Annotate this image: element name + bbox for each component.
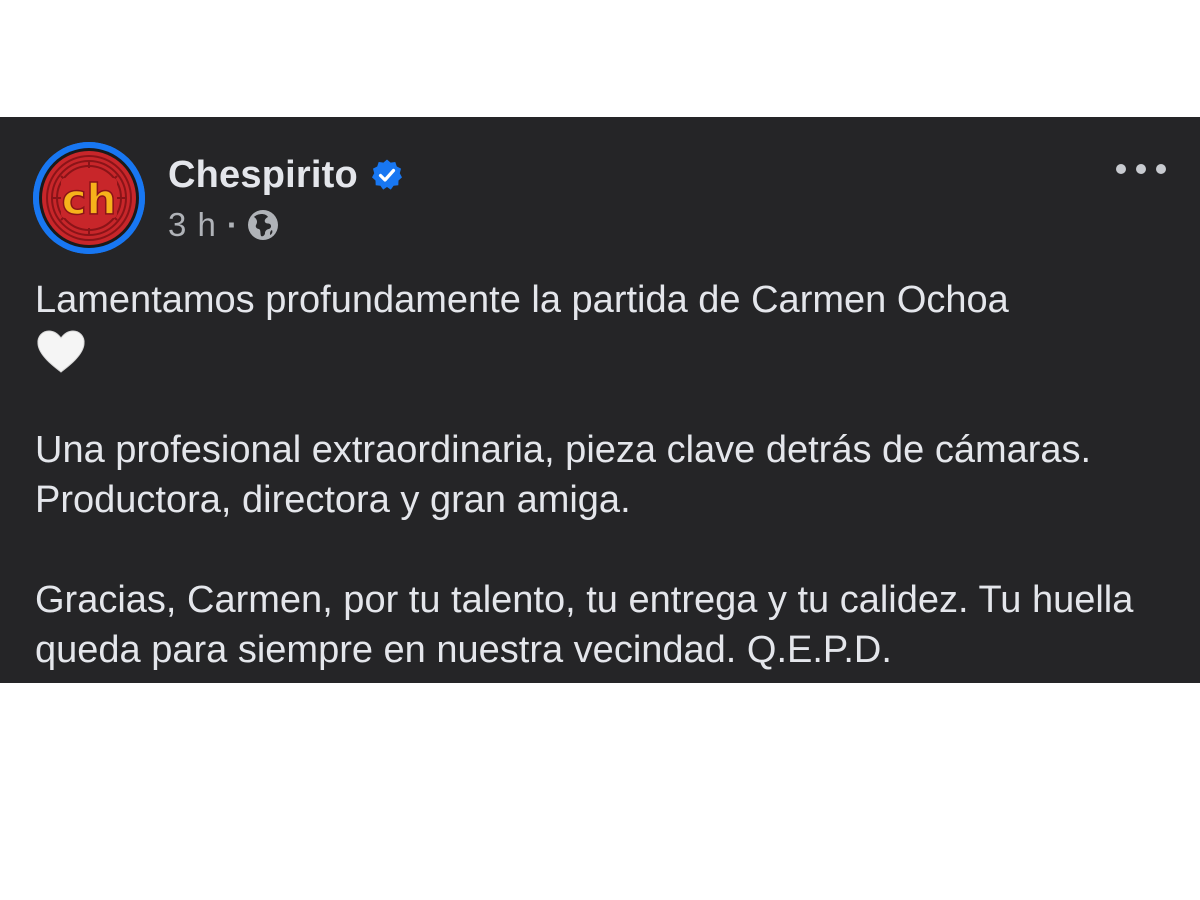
chespirito-logo-icon: ch (33, 142, 145, 254)
post-paragraph: Gracias, Carmen, por tu talento, tu entr… (35, 579, 1134, 671)
ellipsis-dot (1156, 164, 1166, 174)
post-paragraph: Lamentamos profundamente la partida de C… (35, 275, 1175, 375)
more-options-button[interactable] (1116, 159, 1166, 179)
ellipsis-dot (1116, 164, 1126, 174)
meta-separator: · (226, 206, 238, 243)
post-meta: 3 h · (168, 205, 280, 245)
page: ch Chespirito 3 h · Lamentamos profundam… (0, 0, 1200, 900)
page-avatar[interactable]: ch (33, 142, 145, 254)
avatar-logo-text: ch (62, 175, 117, 224)
globe-icon[interactable] (246, 208, 280, 242)
author-row: Chespirito (168, 153, 404, 197)
post-body: Lamentamos profundamente la partida de C… (35, 275, 1175, 675)
post-timestamp[interactable]: 3 h (168, 206, 217, 244)
post-paragraph-text: Lamentamos profundamente la partida de C… (35, 279, 1009, 321)
verified-badge-icon (371, 159, 402, 190)
post-paragraph: Una profesional extraordinaria, pieza cl… (35, 429, 1092, 521)
white-heart-emoji-icon (37, 330, 85, 373)
ellipsis-dot (1136, 164, 1146, 174)
facebook-post-card: ch Chespirito 3 h · Lamentamos profundam… (0, 117, 1200, 683)
page-name-link[interactable]: Chespirito (168, 154, 358, 197)
